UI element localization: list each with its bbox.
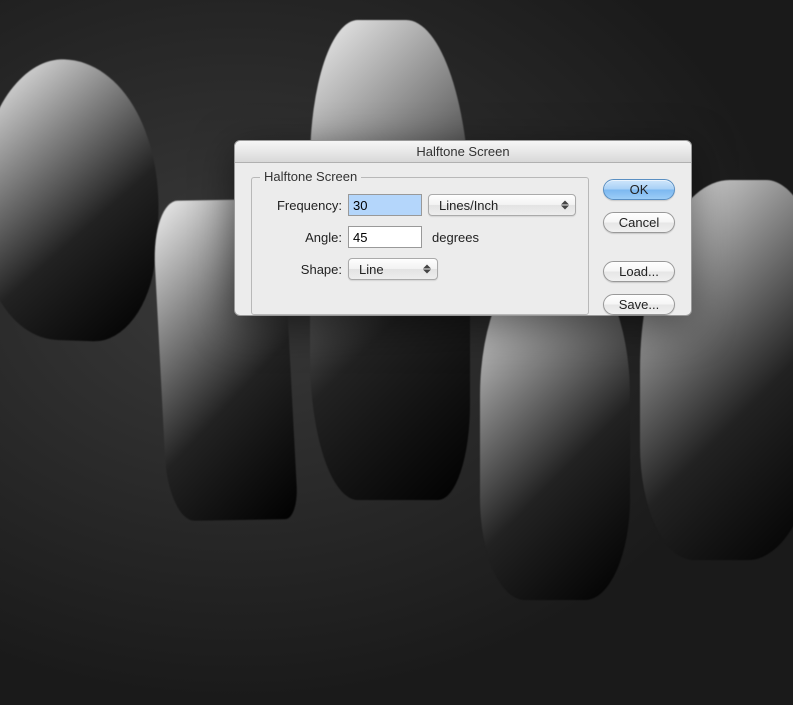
dialog-body: Halftone Screen Frequency: Lines/Inch An… [235,163,691,329]
load-button-label: Load... [619,264,659,279]
ok-button-label: OK [630,182,649,197]
shape-row: Shape: Line [264,258,576,280]
select-arrows-icon [423,265,431,274]
shape-value: Line [359,262,384,277]
button-column: OK Cancel Load... Save... [603,177,675,315]
shape-select[interactable]: Line [348,258,438,280]
angle-label: Angle: [264,230,342,245]
frequency-unit-select[interactable]: Lines/Inch [428,194,576,216]
select-arrows-icon [561,201,569,210]
angle-input[interactable] [348,226,422,248]
dialog-title: Halftone Screen [416,144,509,159]
background-artwork [0,0,793,705]
frequency-unit-value: Lines/Inch [439,198,498,213]
ok-button[interactable]: OK [603,179,675,200]
fieldset-legend: Halftone Screen [260,169,361,184]
frequency-input[interactable] [348,194,422,216]
angle-row: Angle: degrees [264,226,576,248]
frequency-row: Frequency: Lines/Inch [264,194,576,216]
shape-label: Shape: [264,262,342,277]
load-button[interactable]: Load... [603,261,675,282]
halftone-screen-dialog: Halftone Screen Halftone Screen Frequenc… [234,140,692,316]
cancel-button[interactable]: Cancel [603,212,675,233]
halftone-fieldset: Halftone Screen Frequency: Lines/Inch An… [251,177,589,315]
angle-unit-label: degrees [432,230,479,245]
save-button-label: Save... [619,297,659,312]
cancel-button-label: Cancel [619,215,659,230]
save-button[interactable]: Save... [603,294,675,315]
dialog-titlebar: Halftone Screen [235,141,691,163]
frequency-label: Frequency: [264,198,342,213]
